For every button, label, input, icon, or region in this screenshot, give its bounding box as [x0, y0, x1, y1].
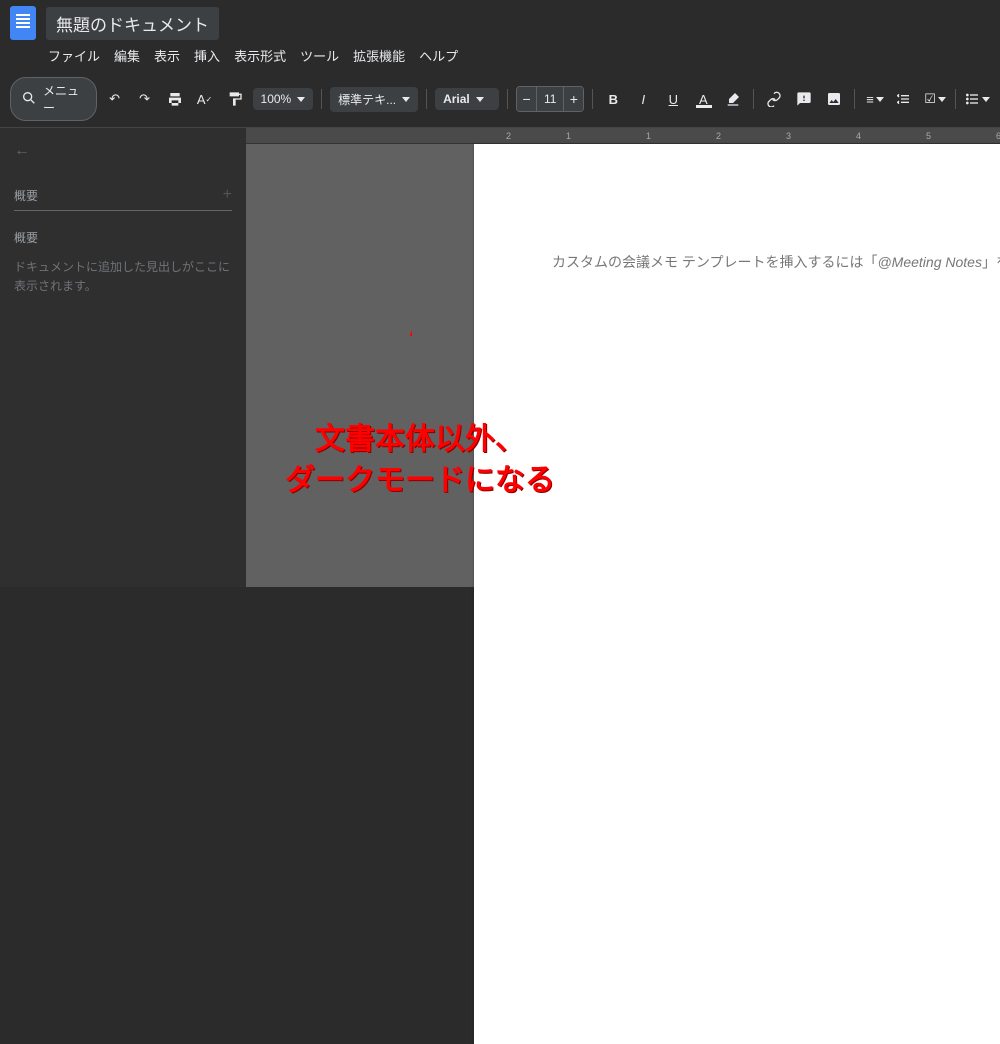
menu-view[interactable]: 表示 [154, 46, 180, 65]
search-menus[interactable]: メニュー [10, 77, 97, 121]
menu-help[interactable]: ヘルプ [419, 46, 458, 65]
chevron-down-icon [876, 97, 884, 102]
chevron-down-icon [476, 97, 484, 102]
toolbar: メニュー ↶ ↷ A✓ 100% 標準テキ... Arial − + B I U… [0, 71, 1000, 128]
bulleted-list-button[interactable] [964, 86, 990, 112]
menu-edit[interactable]: 編集 [114, 46, 140, 65]
highlight-button[interactable] [721, 86, 745, 112]
outline-heading: 概要 [14, 187, 38, 204]
underline-button[interactable]: U [661, 86, 685, 112]
italic-button[interactable]: I [631, 86, 655, 112]
insert-link-button[interactable] [762, 86, 786, 112]
align-button[interactable]: ≡ [863, 86, 887, 112]
menubar: ファイル 編集 表示 挿入 表示形式 ツール 拡張機能 ヘルプ [10, 40, 990, 67]
document-title[interactable]: 無題のドキュメント [46, 7, 219, 40]
font-dropdown[interactable]: Arial [435, 88, 499, 110]
docs-icon[interactable] [10, 6, 36, 40]
bold-button[interactable]: B [601, 86, 625, 112]
font-size-increase[interactable]: + [564, 87, 583, 111]
font-size-stepper[interactable]: − + [516, 86, 584, 112]
outline-help-text: ドキュメントに追加した見出しがここに表示されます。 [14, 258, 232, 296]
outline-sidebar: ← 概要 + 概要 ドキュメントに追加した見出しがここに表示されます。 [0, 128, 246, 587]
outline-subheading: 概要 [14, 229, 232, 246]
chevron-down-icon [982, 97, 990, 102]
paint-format-button[interactable] [223, 86, 247, 112]
zoom-dropdown[interactable]: 100% [253, 88, 314, 110]
menu-format[interactable]: 表示形式 [234, 46, 286, 65]
menu-ext[interactable]: 拡張機能 [353, 46, 405, 65]
search-icon [21, 90, 37, 109]
insert-image-button[interactable] [822, 86, 846, 112]
undo-button[interactable]: ↶ [103, 86, 127, 112]
menu-insert[interactable]: 挿入 [194, 46, 220, 65]
redo-button[interactable]: ↷ [133, 86, 157, 112]
print-button[interactable] [163, 86, 187, 112]
text-color-button[interactable]: A [691, 86, 715, 112]
document-workspace[interactable]: 21 12 34 56 78 9 カスタムの会議メモ テンプレートを挿入するには… [246, 128, 1000, 587]
outline-back-button[interactable]: ← [14, 142, 232, 160]
add-comment-button[interactable] [792, 86, 816, 112]
chevron-down-icon [938, 97, 946, 102]
spellcheck-button[interactable]: A✓ [193, 86, 217, 112]
horizontal-ruler[interactable]: 21 12 34 56 78 9 [246, 128, 1000, 144]
font-size-input[interactable] [536, 87, 564, 111]
menu-file[interactable]: ファイル [48, 46, 100, 65]
line-spacing-button[interactable] [893, 86, 917, 112]
template-hint: カスタムの会議メモ テンプレートを挿入するには「@Meeting Notes」を… [552, 252, 1000, 272]
checklist-button[interactable]: ☑ [923, 86, 947, 112]
paragraph-style-dropdown[interactable]: 標準テキ... [330, 87, 418, 112]
chevron-down-icon [402, 97, 410, 102]
document-page[interactable]: カスタムの会議メモ テンプレートを挿入するには「@Meeting Notes」を… [474, 144, 1000, 1044]
menu-tools[interactable]: ツール [300, 46, 339, 65]
outline-add-button[interactable]: + [223, 186, 232, 204]
font-size-decrease[interactable]: − [517, 87, 536, 111]
chevron-down-icon [297, 97, 305, 102]
search-label: メニュー [43, 82, 86, 116]
